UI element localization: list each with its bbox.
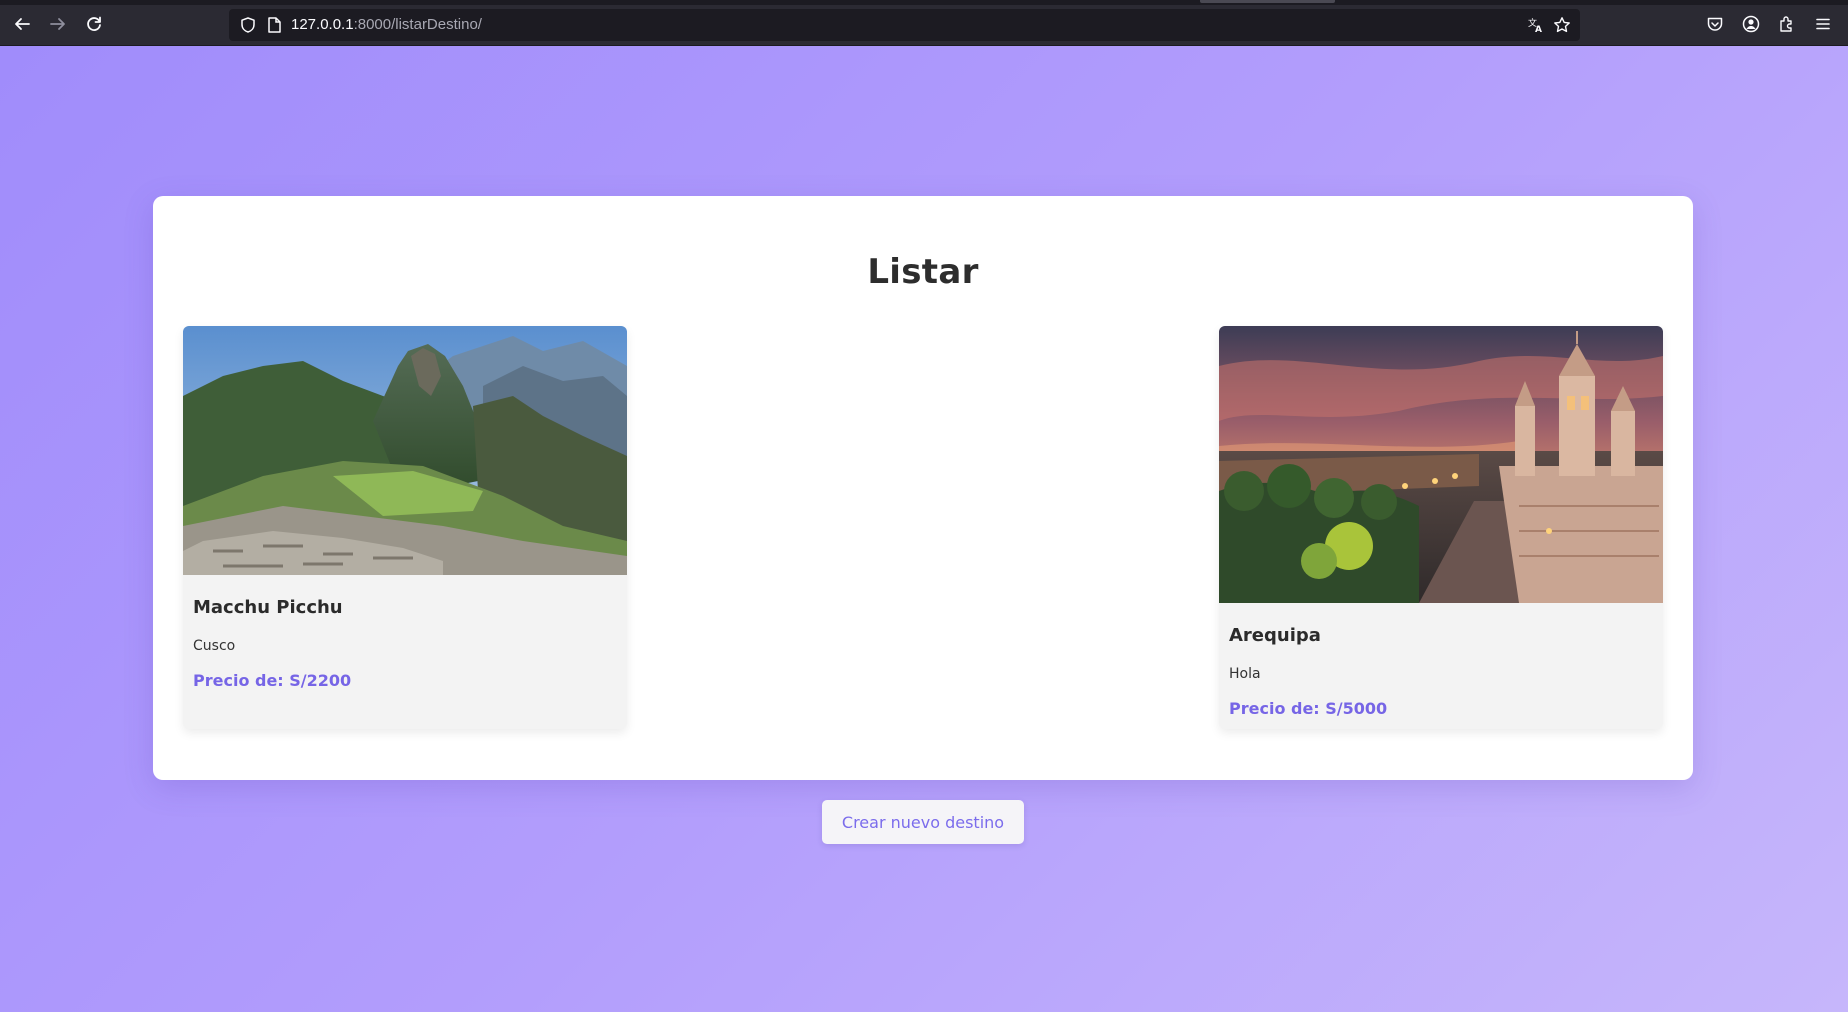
translate-icon[interactable]: 文A bbox=[1526, 15, 1546, 35]
destination-card[interactable]: Arequipa Hola Precio de: S/5000 bbox=[1219, 326, 1663, 729]
reload-icon[interactable] bbox=[82, 12, 106, 36]
back-arrow-icon[interactable] bbox=[10, 12, 34, 36]
create-destination-button[interactable]: Crear nuevo destino bbox=[822, 800, 1024, 844]
destination-region: Cusco bbox=[193, 638, 236, 654]
address-bar[interactable]: 127.0.0.1:8000/listarDestino/ 文A bbox=[229, 9, 1580, 41]
mountain-ruins-photo bbox=[183, 326, 627, 575]
shield-icon[interactable] bbox=[239, 16, 257, 34]
destination-name: Arequipa bbox=[1229, 625, 1321, 646]
page-icon[interactable] bbox=[266, 16, 282, 34]
bookmark-star-icon[interactable] bbox=[1552, 15, 1572, 35]
forward-arrow-icon[interactable] bbox=[46, 12, 70, 36]
destination-region: Hola bbox=[1229, 666, 1261, 682]
account-icon[interactable] bbox=[1740, 13, 1762, 35]
menu-icon[interactable] bbox=[1812, 13, 1834, 35]
url-text[interactable]: 127.0.0.1:8000/listarDestino/ bbox=[291, 16, 482, 33]
tab-strip bbox=[0, 0, 1848, 5]
browser-toolbar: 127.0.0.1:8000/listarDestino/ 文A bbox=[0, 0, 1848, 46]
destination-price: Precio de: S/5000 bbox=[1229, 699, 1388, 718]
svg-text:A: A bbox=[1535, 25, 1542, 34]
destinations-panel: Listar Macchu Picchu Cusco Precio de: S/… bbox=[153, 196, 1693, 780]
destination-price: Precio de: S/2200 bbox=[193, 671, 352, 690]
url-host: 127.0.0.1 bbox=[291, 16, 354, 33]
page-viewport: Listar Macchu Picchu Cusco Precio de: S/… bbox=[0, 46, 1848, 1012]
tab-indicator[interactable] bbox=[1200, 0, 1335, 3]
extensions-icon[interactable] bbox=[1776, 13, 1798, 35]
cathedral-plaza-photo bbox=[1219, 326, 1663, 603]
pocket-icon[interactable] bbox=[1704, 13, 1726, 35]
destination-name: Macchu Picchu bbox=[193, 597, 343, 618]
url-path: :8000/listarDestino/ bbox=[353, 16, 482, 33]
page-title: Listar bbox=[867, 252, 979, 292]
destination-card[interactable]: Macchu Picchu Cusco Precio de: S/2200 bbox=[183, 326, 627, 729]
